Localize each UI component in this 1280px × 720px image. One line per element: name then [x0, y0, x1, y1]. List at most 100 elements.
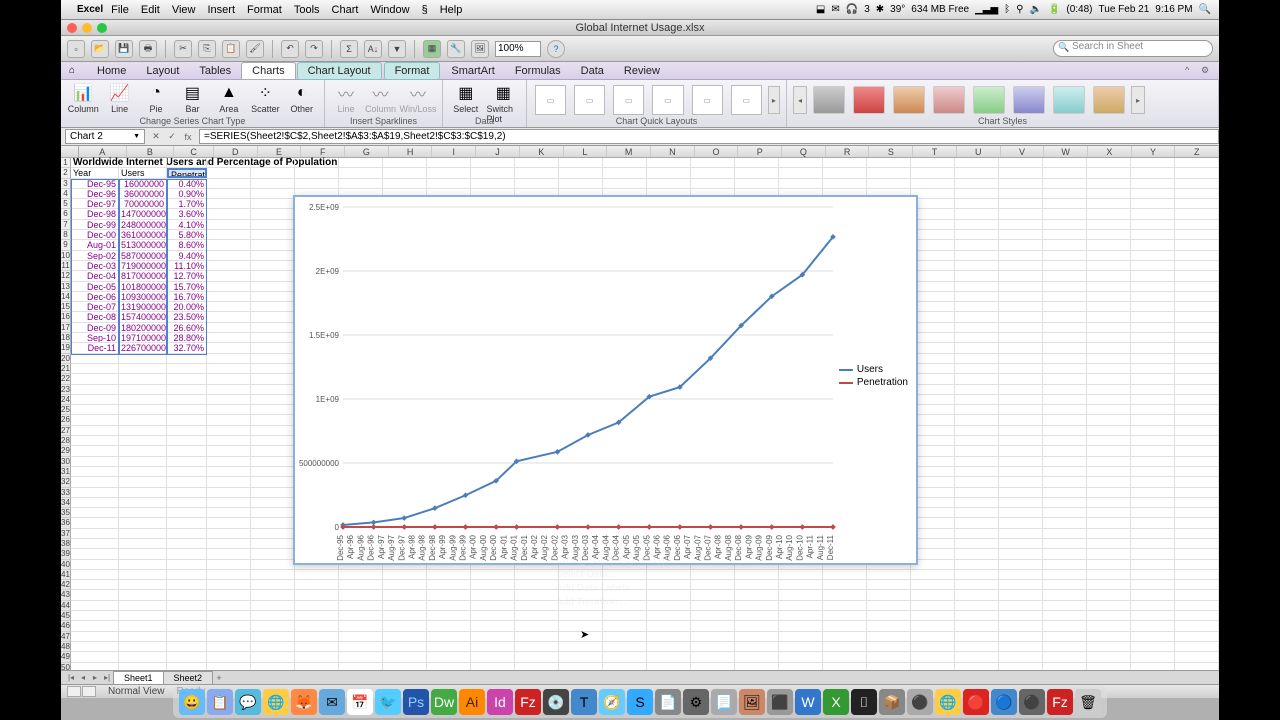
cell[interactable] — [119, 477, 167, 486]
cell[interactable] — [427, 663, 471, 670]
cell[interactable] — [251, 354, 295, 363]
cell[interactable] — [779, 158, 823, 167]
cell[interactable] — [999, 343, 1043, 352]
cell[interactable] — [735, 663, 779, 670]
tab-smartart[interactable]: SmartArt — [441, 63, 504, 79]
cell[interactable] — [955, 333, 999, 342]
cell[interactable] — [955, 292, 999, 301]
cell[interactable] — [999, 302, 1043, 311]
col-header-I[interactable]: I — [432, 146, 476, 157]
cell[interactable] — [1087, 529, 1131, 538]
cell[interactable] — [167, 518, 207, 527]
cell[interactable] — [471, 601, 515, 610]
cell[interactable] — [1131, 220, 1175, 229]
col-header-T[interactable]: T — [913, 146, 957, 157]
cell[interactable] — [1131, 611, 1175, 620]
cell[interactable] — [119, 590, 167, 599]
cell[interactable] — [207, 199, 251, 208]
cell[interactable] — [427, 601, 471, 610]
cell[interactable] — [251, 312, 295, 321]
cell[interactable] — [1087, 590, 1131, 599]
cell[interactable] — [1043, 632, 1087, 641]
cell[interactable] — [1131, 539, 1175, 548]
dock-id[interactable]: Id — [487, 689, 513, 715]
cell[interactable] — [1043, 179, 1087, 188]
cell[interactable] — [251, 158, 295, 167]
cell[interactable] — [251, 343, 295, 352]
cell[interactable]: 4.10% — [167, 220, 207, 229]
cell[interactable] — [1131, 364, 1175, 373]
row-header-49[interactable]: 49 — [61, 652, 71, 662]
cell[interactable] — [735, 652, 779, 661]
cell[interactable] — [1087, 436, 1131, 445]
cell[interactable] — [71, 457, 119, 466]
select-all-corner[interactable] — [61, 146, 79, 157]
row-header-27[interactable]: 27 — [61, 426, 71, 436]
cell[interactable] — [251, 549, 295, 558]
cell[interactable] — [339, 590, 383, 599]
cell[interactable] — [207, 312, 251, 321]
cell[interactable] — [251, 240, 295, 249]
cell[interactable] — [1175, 601, 1219, 610]
cell[interactable] — [559, 663, 603, 670]
cell[interactable] — [167, 426, 207, 435]
cell[interactable] — [71, 415, 119, 424]
cell[interactable] — [339, 611, 383, 620]
chart-style-2[interactable] — [853, 86, 885, 114]
mail-icon[interactable]: ✉ — [831, 4, 839, 15]
name-box[interactable]: Chart 2▼ — [65, 129, 145, 144]
cell[interactable] — [955, 621, 999, 630]
menu-script-icon[interactable]: § — [422, 4, 428, 16]
cell[interactable] — [1087, 498, 1131, 507]
cell[interactable] — [207, 374, 251, 383]
cell[interactable] — [999, 508, 1043, 517]
row-header-41[interactable]: 41 — [61, 570, 71, 580]
col-header-X[interactable]: X — [1088, 146, 1132, 157]
cell[interactable] — [1087, 580, 1131, 589]
cell[interactable] — [1131, 508, 1175, 517]
cell[interactable] — [999, 529, 1043, 538]
cell[interactable] — [1131, 529, 1175, 538]
cell[interactable] — [911, 663, 955, 670]
cell[interactable] — [207, 611, 251, 620]
cell[interactable] — [735, 570, 779, 579]
cell[interactable] — [955, 426, 999, 435]
cell[interactable] — [911, 632, 955, 641]
cell[interactable] — [1175, 508, 1219, 517]
cell[interactable] — [207, 642, 251, 651]
cell[interactable] — [1131, 374, 1175, 383]
media-button[interactable]: 🖼 — [471, 40, 489, 58]
cell[interactable] — [955, 632, 999, 641]
cell[interactable] — [779, 621, 823, 630]
cell[interactable] — [251, 323, 295, 332]
dock-app-6[interactable]: ⚙ — [683, 689, 709, 715]
cell[interactable] — [911, 642, 955, 651]
cell[interactable] — [1087, 333, 1131, 342]
cell[interactable] — [867, 601, 911, 610]
cell[interactable] — [1131, 560, 1175, 569]
cell[interactable] — [1087, 457, 1131, 466]
cell[interactable] — [383, 158, 427, 167]
prev-sheet-icon[interactable]: ◂ — [77, 673, 89, 682]
page-layout-view-button[interactable] — [82, 686, 96, 697]
cell[interactable] — [691, 168, 735, 177]
cell[interactable] — [71, 590, 119, 599]
cell[interactable] — [119, 405, 167, 414]
cell[interactable] — [955, 251, 999, 260]
cell[interactable] — [251, 642, 295, 651]
cell[interactable] — [1175, 209, 1219, 218]
cell[interactable] — [207, 168, 251, 177]
chart-type-area[interactable]: ▲Area — [213, 82, 245, 114]
cell[interactable] — [1087, 642, 1131, 651]
cell[interactable]: Dec-09 — [71, 323, 119, 332]
dock-ical[interactable]: 📅 — [347, 689, 373, 715]
cell[interactable] — [427, 179, 471, 188]
col-header-E[interactable]: E — [258, 146, 302, 157]
cell[interactable] — [251, 168, 295, 177]
cell[interactable] — [999, 663, 1043, 670]
cell[interactable] — [71, 385, 119, 394]
cell[interactable] — [955, 385, 999, 394]
cell[interactable] — [779, 580, 823, 589]
cell[interactable] — [647, 621, 691, 630]
cell[interactable] — [955, 457, 999, 466]
